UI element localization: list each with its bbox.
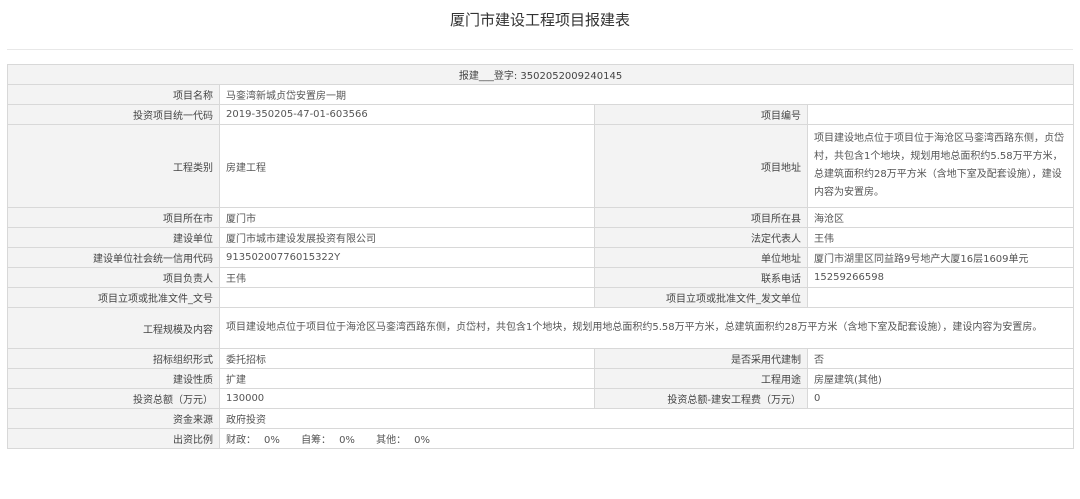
fund-ratio-value: 财政： 0% 自筹： 0% 其他： 0% [218,428,1075,449]
approval-doc-no-label: 项目立项或批准文件_文号 [7,287,220,308]
approval-doc-no-value [219,287,595,308]
finance-ratio-label: 财政： [226,435,256,446]
other-ratio-value: 0% [414,435,430,446]
self-ratio: 自筹： 0% [301,435,355,446]
project-no-value [806,104,1075,125]
usage-value: 房屋建筑(其他) [806,368,1075,389]
table-row: 投资项目统一代码 2019-350205-47-01-603566 项目编号 [7,104,1075,125]
project-name-value: 马銮湾新城贞岱安置房一期 [218,84,1075,105]
invest-code-value: 2019-350205-47-01-603566 [219,104,595,125]
table-row: 项目所在市 厦门市 项目所在县 海沧区 [7,207,1075,228]
project-type-value: 房建工程 [219,124,595,208]
page-title: 厦门市建设工程项目报建表 [449,11,630,29]
approval-doc-unit-label: 项目立项或批准文件_发文单位 [594,287,808,308]
total-invest-value: 130000 [219,388,595,409]
unit-address-label: 单位地址 [594,247,808,268]
table-row: 建设单位 厦门市城市建设发展投资有限公司 法定代表人 王伟 [7,227,1075,248]
credit-code-label: 建设单位社会统一信用代码 [7,247,220,268]
registration-number: 报建___登字: 3502052009240145 [6,64,1075,85]
bid-form-value: 委托招标 [219,348,595,369]
legal-rep-value: 王伟 [806,227,1075,248]
install-cost-label: 投资总额-建安工程费（万元） [594,388,808,409]
scale-content-label: 工程规模及内容 [7,307,220,349]
self-ratio-label: 自筹： [301,435,332,446]
table-row: 项目负责人 王伟 联系电话 15259266598 [7,267,1075,288]
credit-code-value: 91350200776015322Y [219,247,595,268]
bid-form-label: 招标组织形式 [7,348,220,369]
finance-ratio-value: 0% [264,435,280,446]
project-type-label: 工程类别 [7,124,220,208]
city-label: 项目所在市 [7,207,220,228]
legal-rep-label: 法定代表人 [594,227,808,248]
install-cost-value: 0 [806,388,1075,409]
project-lead-value: 王伟 [219,267,595,288]
table-row: 项目立项或批准文件_文号 项目立项或批准文件_发文单位 [7,287,1075,308]
build-nature-label: 建设性质 [7,368,220,389]
fund-source-value: 政府投资 [218,408,1075,429]
agent-system-value: 否 [806,348,1075,369]
table-row: 出资比例 财政： 0% 自筹： 0% 其他： 0% [7,428,1075,449]
other-ratio: 其他： 0% [376,435,430,446]
header-row: 报建___登字: 3502052009240145 [6,64,1075,85]
table-row: 建设单位社会统一信用代码 91350200776015322Y 单位地址 厦门市… [7,247,1075,268]
project-registration-table: 报建___登字: 3502052009240145 项目名称 马銮湾新城贞岱安置… [6,64,1075,449]
table-row: 资金来源 政府投资 [7,408,1075,429]
project-lead-label: 项目负责人 [7,267,220,288]
self-ratio-value: 0% [339,435,355,446]
table-row: 招标组织形式 委托招标 是否采用代建制 否 [7,348,1075,369]
project-name-label: 项目名称 [7,84,220,105]
unit-address-value: 厦门市湖里区同益路9号地产大厦16层1609单元 [806,247,1075,268]
build-nature-value: 扩建 [219,368,595,389]
title-divider [7,49,1073,50]
total-invest-label: 投资总额（万元） [7,388,220,409]
project-no-label: 项目编号 [594,104,808,125]
approval-doc-unit-value [806,287,1075,308]
phone-label: 联系电话 [594,267,808,288]
fund-ratio-label: 出资比例 [7,428,220,449]
table-row: 建设性质 扩建 工程用途 房屋建筑(其他) [7,368,1075,389]
agent-system-label: 是否采用代建制 [594,348,808,369]
county-label: 项目所在县 [594,207,808,228]
project-address-value: 项目建设地点位于项目位于海沧区马銮湾西路东侧，贞岱村，共包含1个地块，规划用地总… [806,124,1075,208]
table-row: 项目名称 马銮湾新城贞岱安置房一期 [7,84,1075,105]
table-row: 投资总额（万元） 130000 投资总额-建安工程费（万元） 0 [7,388,1075,409]
fund-source-label: 资金来源 [7,408,220,429]
table-row: 工程规模及内容 项目建设地点位于项目位于海沧区马銮湾西路东侧，贞岱村，共包含1个… [7,307,1075,349]
table-row: 工程类别 房建工程 项目地址 项目建设地点位于项目位于海沧区马銮湾西路东侧，贞岱… [7,124,1075,208]
usage-label: 工程用途 [594,368,808,389]
finance-ratio: 财政： 0% [226,435,280,446]
phone-value: 15259266598 [806,267,1075,288]
builder-value: 厦门市城市建设发展投资有限公司 [219,227,595,248]
city-value: 厦门市 [219,207,595,228]
invest-code-label: 投资项目统一代码 [7,104,220,125]
builder-label: 建设单位 [7,227,220,248]
county-value: 海沧区 [806,207,1075,228]
scale-content-value: 项目建设地点位于项目位于海沧区马銮湾西路东侧，贞岱村，共包含1个地块，规划用地总… [218,307,1075,349]
project-address-label: 项目地址 [594,124,808,208]
other-ratio-label: 其他： [376,435,407,446]
